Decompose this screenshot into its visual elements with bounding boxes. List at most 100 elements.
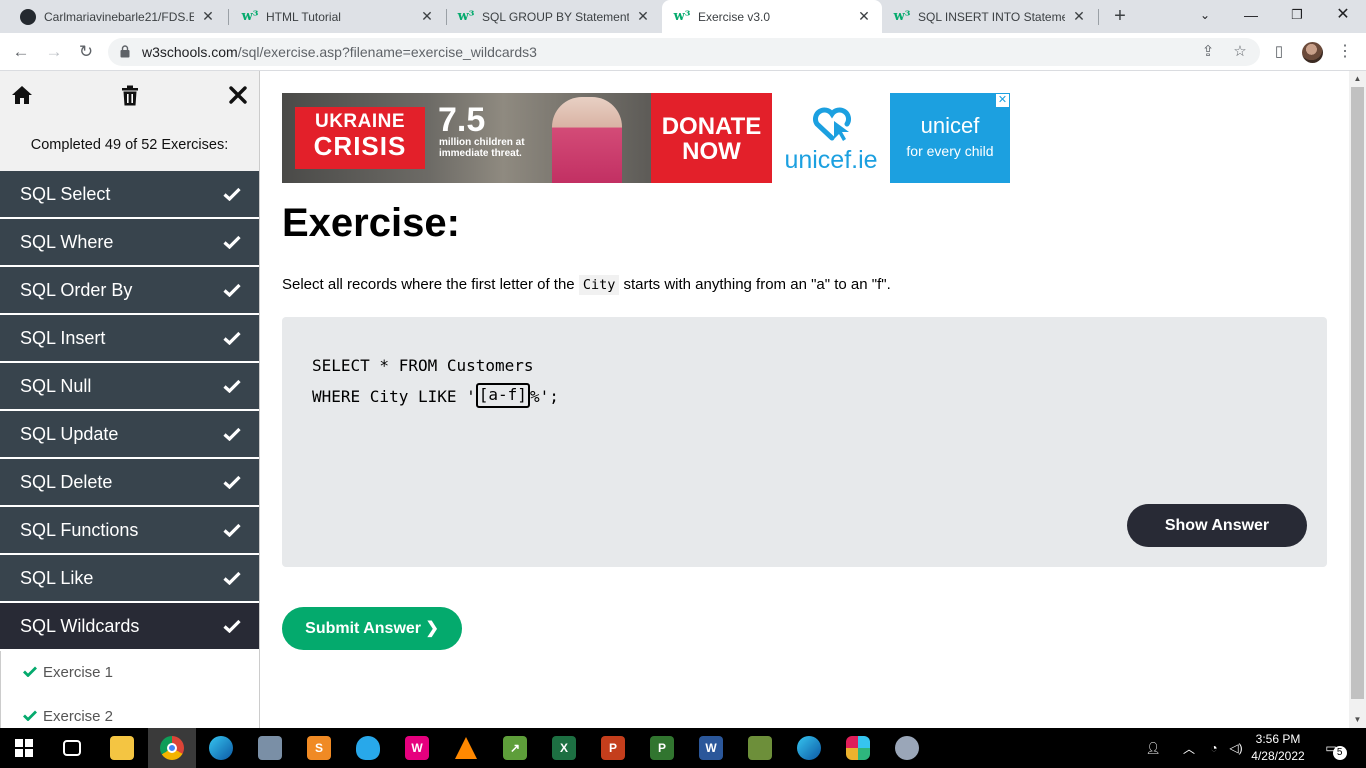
tab-close-icon[interactable]: ✕ [419, 8, 435, 25]
app-blue-drop[interactable] [344, 728, 392, 768]
app-tool[interactable] [736, 728, 784, 768]
vlc-app[interactable] [442, 728, 490, 768]
reload-button[interactable]: ↻ [74, 40, 98, 64]
exercise-link-2[interactable]: Exercise 2 [0, 695, 259, 728]
word-icon: W [699, 736, 723, 760]
sidebar-section-order-by[interactable]: SQL Order By [0, 267, 259, 315]
browser-tab-github[interactable]: Carlmariavinebarle21/FDS.EE ✕ [8, 0, 226, 33]
forward-button[interactable]: → [42, 40, 66, 64]
ad-crisis-badge: UKRAINE CRISIS [295, 107, 425, 169]
page-scrollbar[interactable]: ▲ ▼ [1349, 71, 1366, 728]
chart-app[interactable]: ↗ [491, 728, 539, 768]
powerpoint-app[interactable]: P [589, 728, 637, 768]
code-exercise-box: SELECT * FROM Customers WHERE City LIKE … [282, 317, 1327, 567]
tab-close-icon[interactable]: ✕ [200, 8, 216, 25]
task-view-button[interactable] [48, 728, 96, 768]
tab-close-icon[interactable]: ✕ [856, 8, 872, 25]
browser-tab-exercise[interactable]: w³ Exercise v3.0 ✕ [662, 0, 882, 33]
sublime-text-app[interactable]: S [295, 728, 343, 768]
back-button[interactable]: ← [9, 40, 33, 64]
edge-icon [797, 736, 821, 760]
checkmark-icon [223, 363, 241, 409]
start-button[interactable] [0, 728, 48, 768]
close-sidebar-icon[interactable] [224, 81, 252, 109]
checkmark-icon [223, 507, 241, 553]
project-app[interactable]: P [638, 728, 686, 768]
unicef-ad-banner[interactable]: UKRAINE CRISIS 7.5 million children at i… [282, 93, 1010, 183]
github-icon [20, 8, 36, 25]
notification-center[interactable]: ▭ 5 [1318, 728, 1354, 768]
sidebar-section-null[interactable]: SQL Null [0, 363, 259, 411]
slack-app[interactable] [834, 728, 882, 768]
paint-app[interactable] [883, 728, 931, 768]
scroll-down-arrow-icon[interactable]: ▼ [1349, 712, 1366, 728]
sidebar-section-where[interactable]: SQL Where [0, 219, 259, 267]
tab-close-icon[interactable]: ✕ [1071, 8, 1087, 25]
code-line-1: SELECT * FROM Customers [312, 356, 534, 375]
checkmark-icon [223, 459, 241, 505]
chrome-app[interactable] [148, 728, 196, 768]
scroll-up-arrow-icon[interactable]: ▲ [1349, 71, 1366, 87]
checkmark-icon [223, 171, 241, 217]
bookmark-star-icon[interactable]: ☆ [1230, 42, 1250, 62]
sidebar-section-insert[interactable]: SQL Insert [0, 315, 259, 363]
tab-close-icon[interactable]: ✕ [635, 8, 651, 25]
sidebar-section-functions[interactable]: SQL Functions [0, 507, 259, 555]
edge-app-2[interactable] [785, 728, 833, 768]
people-icon[interactable]: 👤︎ [1142, 728, 1164, 768]
wifi-icon[interactable]: ◔ [1204, 728, 1224, 768]
excel-app[interactable]: X [540, 728, 588, 768]
ad-tagline: for every child [906, 143, 994, 159]
checkmark-icon [223, 219, 241, 265]
word-app[interactable]: W [687, 728, 735, 768]
profile-avatar[interactable] [1302, 42, 1323, 63]
w3schools-icon: w³ [673, 9, 691, 24]
tab-search-button[interactable]: ⌄ [1182, 0, 1228, 33]
side-panel-icon[interactable]: ▯ [1268, 41, 1290, 63]
submit-answer-button[interactable]: Submit Answer ❯ [282, 607, 462, 650]
edge-app[interactable] [197, 728, 245, 768]
green-check-icon [23, 651, 37, 695]
sidebar-section-like[interactable]: SQL Like [0, 555, 259, 603]
exercise-link-1[interactable]: Exercise 1 [0, 651, 259, 695]
drop-icon [356, 736, 380, 760]
volume-icon[interactable]: ◁) [1226, 728, 1246, 768]
ad-close-icon[interactable]: ✕ [995, 93, 1010, 108]
answer-input[interactable]: [a-f] [475, 383, 530, 408]
browser-toolbar: ← → ↻ w3schools.com/sql/exercise.asp?fil… [0, 33, 1366, 71]
scrollbar-thumb[interactable] [1351, 87, 1364, 699]
browser-tab-sql-insert-into[interactable]: w³ SQL INSERT INTO Statement ✕ [882, 0, 1097, 33]
browser-tab-html-tutorial[interactable]: w³ HTML Tutorial ✕ [230, 0, 445, 33]
wamp-app[interactable]: W [393, 728, 441, 768]
sidebar-section-delete[interactable]: SQL Delete [0, 459, 259, 507]
w3schools-icon: w³ [457, 9, 475, 24]
lock-icon[interactable] [120, 45, 130, 58]
share-icon[interactable]: ⇪ [1198, 42, 1218, 62]
ad-photo: UKRAINE CRISIS 7.5 million children at i… [282, 93, 651, 183]
control-panel-app[interactable] [246, 728, 294, 768]
ad-donate-line2: NOW [682, 138, 741, 165]
sidebar-section-select[interactable]: SQL Select [0, 171, 259, 219]
ad-donate-button[interactable]: DONATE NOW [651, 93, 772, 183]
trash-icon[interactable] [116, 81, 144, 109]
ad-unicef-ie: unicef.ie [772, 93, 890, 183]
tool-icon [748, 736, 772, 760]
show-answer-button[interactable]: Show Answer [1127, 504, 1307, 547]
restore-button[interactable]: ❐ [1274, 0, 1320, 33]
main-content: UKRAINE CRISIS 7.5 million children at i… [262, 71, 1348, 728]
ad-unicef-logo: unicef for every child ✕ [890, 93, 1010, 183]
new-tab-button[interactable]: + [1108, 5, 1132, 29]
sidebar-section-update[interactable]: SQL Update [0, 411, 259, 459]
excel-icon: X [552, 736, 576, 760]
close-window-button[interactable]: ✕ [1320, 0, 1366, 33]
sidebar-section-wildcards[interactable]: SQL Wildcards [0, 603, 259, 651]
home-icon[interactable] [8, 81, 36, 109]
browser-tab-sql-group-by[interactable]: w³ SQL GROUP BY Statement ✕ [446, 0, 661, 33]
minimize-button[interactable]: — [1228, 0, 1274, 33]
tab-title: Exercise v3.0 [698, 9, 771, 24]
show-hidden-icons-icon[interactable]: ︿ [1178, 728, 1200, 768]
address-bar[interactable]: w3schools.com/sql/exercise.asp?filename=… [108, 38, 1260, 66]
file-explorer-app[interactable] [98, 728, 146, 768]
browser-menu-icon[interactable]: ⋮ [1334, 41, 1356, 63]
system-clock[interactable]: 3:56 PM 4/28/2022 [1244, 731, 1312, 765]
